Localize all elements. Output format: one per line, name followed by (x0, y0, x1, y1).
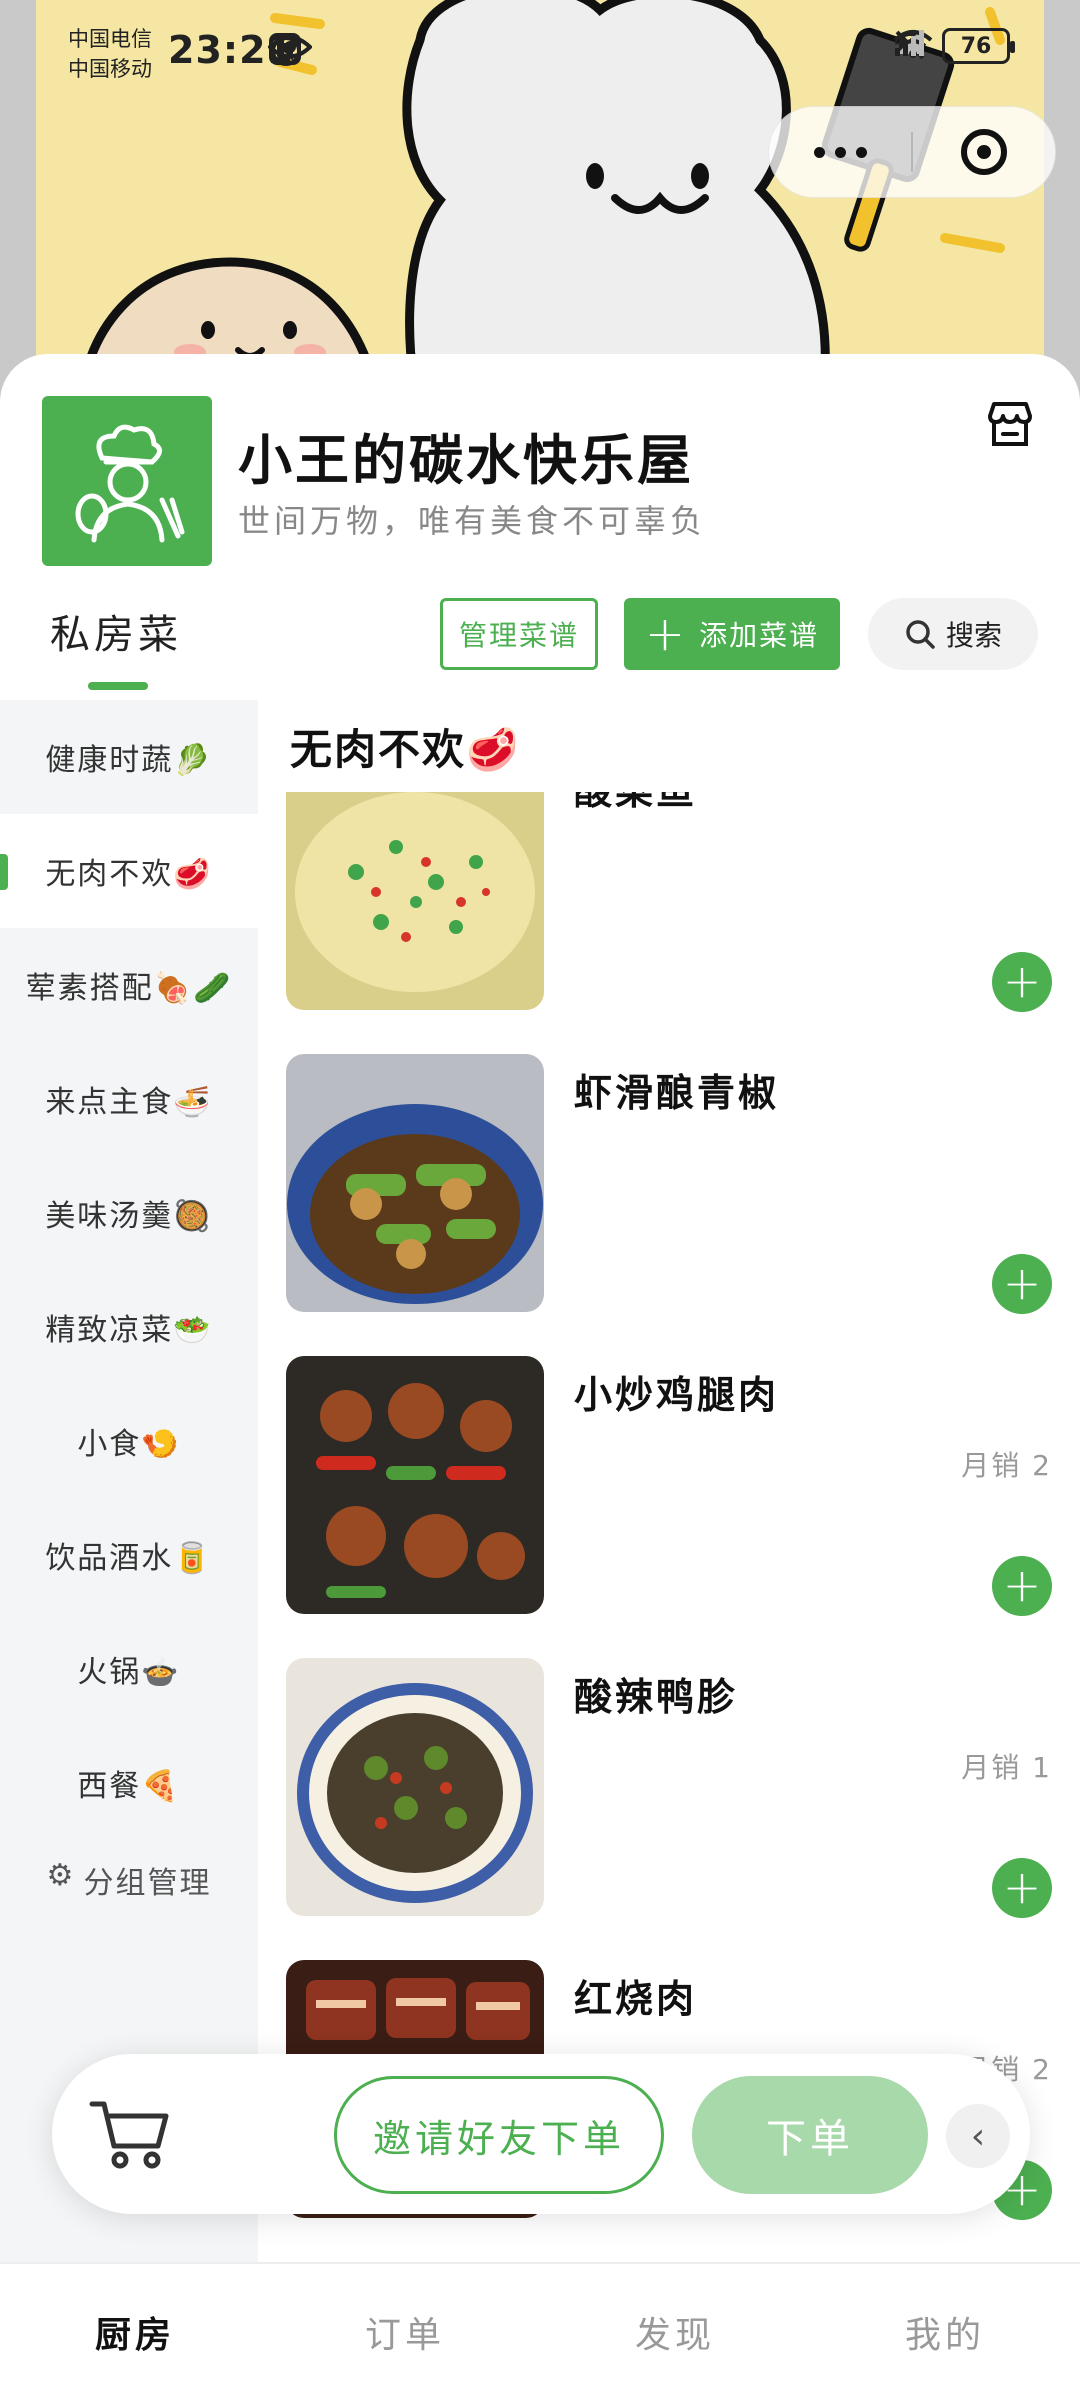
section-title: 无肉不欢🥩 (290, 725, 521, 774)
shop-slogan: 世间万物，唯有美食不可辜负 (238, 502, 707, 540)
dish-item[interactable]: 酸辣鸭胗 月销 1 + (258, 1658, 1080, 1918)
more-icon[interactable] (769, 146, 911, 158)
category-label: 精致凉菜🥗 (45, 1313, 213, 1348)
category-label: 来点主食🍜 (45, 1085, 213, 1120)
category-item-staple[interactable]: 来点主食🍜 (0, 1042, 258, 1156)
manage-recipes-button[interactable]: 管理菜谱 (440, 598, 598, 670)
app-screen: 中国电信 中国移动 23:21 5G 76 (0, 0, 1080, 2400)
add-dish-button[interactable]: + (992, 952, 1052, 1012)
chevron-left-icon[interactable]: ‹ (946, 2104, 1010, 2168)
dish-photo (286, 1054, 544, 1312)
category-item-western[interactable]: 西餐🍕 (0, 1726, 258, 1840)
category-item-hotpot[interactable]: 火锅🍲 (0, 1612, 258, 1726)
add-dish-button[interactable]: + (992, 1556, 1052, 1616)
dish-name: 虾滑酿青椒 (574, 1071, 780, 1115)
battery-indicator: 76 (942, 28, 1015, 64)
store-icon[interactable] (984, 398, 1036, 450)
place-order-button[interactable]: 下单 (692, 2076, 928, 2194)
dish-name: 酸菜鱼 (574, 792, 697, 815)
category-label: 小食🍤 (77, 1427, 181, 1462)
add-dish-button[interactable]: + (992, 1254, 1052, 1314)
status-bar: 中国电信 中国移动 23:21 5G 76 (0, 0, 1080, 110)
dish-list-panel: 无肉不欢🥩 酸菜鱼 + 虾滑酿青椒 + (258, 700, 1080, 2262)
carrier-info: 中国电信 中国移动 (68, 24, 152, 84)
shop-name: 小王的碳水快乐屋 (238, 429, 694, 492)
dish-item[interactable]: 虾滑酿青椒 + (258, 1054, 1080, 1314)
category-label: 西餐🍕 (77, 1769, 181, 1804)
dish-sales: 月销 2 (961, 1449, 1052, 1482)
category-label: 分组管理 (83, 1866, 212, 1900)
dish-photo (286, 1356, 544, 1614)
category-item-cold-dish[interactable]: 精致凉菜🥗 (0, 1270, 258, 1384)
add-recipe-button[interactable]: + 添加菜谱 (624, 598, 840, 670)
dish-sales: 月销 1 (961, 1751, 1052, 1784)
tab-discover[interactable]: 发现 (540, 2264, 810, 2400)
search-label: 搜索 (945, 619, 1002, 652)
battery-level: 76 (960, 33, 992, 59)
search-icon (906, 620, 935, 649)
tab-indicator (88, 682, 148, 690)
tab-private-dishes[interactable]: 私房菜 (50, 602, 182, 660)
category-label: 健康时蔬🥬 (45, 743, 213, 778)
cart-icon[interactable] (88, 2096, 170, 2172)
dish-name: 小炒鸡腿肉 (574, 1373, 780, 1417)
mini-program-capsule (768, 106, 1056, 198)
category-sidebar: 健康时蔬🥬 无肉不欢🥩 荤素搭配🍖🥒 来点主食🍜 美味汤羹🥘 精致凉菜🥗 小食🍤… (0, 700, 258, 2262)
carrier-2: 中国移动 (68, 57, 152, 81)
order-bar: 邀请好友下单 下单 ‹ (52, 2054, 1030, 2214)
bottom-tab-bar: 厨房 订单 发现 我的 (0, 2262, 1080, 2400)
category-label: 饮品酒水🥫 (45, 1541, 213, 1576)
tab-kitchen[interactable]: 厨房 (0, 2264, 270, 2400)
dish-list: 酸菜鱼 + 虾滑酿青椒 + 小炒鸡腿肉 月销 2 + (258, 792, 1080, 2262)
dish-photo (286, 1658, 544, 1916)
dish-name: 红烧肉 (574, 1977, 698, 2021)
chef-icon (42, 396, 212, 566)
category-item-soup[interactable]: 美味汤羹🥘 (0, 1156, 258, 1270)
gear-icon: ⚙ (46, 1858, 76, 1893)
add-recipe-label: 添加菜谱 (699, 619, 820, 652)
alarm-icon (270, 33, 302, 66)
dish-item[interactable]: 酸菜鱼 + (258, 792, 1080, 1012)
category-item-mixed[interactable]: 荤素搭配🍖🥒 (0, 928, 258, 1042)
plus-icon: + (644, 606, 688, 662)
invite-friends-button[interactable]: 邀请好友下单 (334, 2076, 664, 2194)
category-label: 无肉不欢🥩 (45, 857, 213, 892)
category-item-group-manage[interactable]: ⚙ 分组管理 (0, 1840, 258, 1900)
category-label: 火锅🍲 (77, 1655, 181, 1690)
category-item-snack[interactable]: 小食🍤 (0, 1384, 258, 1498)
close-target-icon[interactable] (913, 129, 1055, 175)
add-dish-button[interactable]: + (992, 1858, 1052, 1918)
dish-name: 酸辣鸭胗 (574, 1675, 739, 1719)
category-label: 荤素搭配🍖🥒 (25, 971, 233, 1006)
signal-2-icon (894, 30, 924, 56)
dish-item[interactable]: 小炒鸡腿肉 月销 2 + (258, 1356, 1080, 1616)
tab-mine[interactable]: 我的 (810, 2264, 1080, 2400)
tab-orders[interactable]: 订单 (270, 2264, 540, 2400)
carrier-1: 中国电信 (68, 27, 152, 51)
search-button[interactable]: 搜索 (868, 598, 1038, 670)
category-label: 美味汤羹🥘 (45, 1199, 213, 1234)
category-item-drinks[interactable]: 饮品酒水🥫 (0, 1498, 258, 1612)
category-item-meat[interactable]: 无肉不欢🥩 (0, 814, 258, 928)
dish-photo (286, 792, 544, 1010)
category-item-vegetables[interactable]: 健康时蔬🥬 (0, 700, 258, 814)
